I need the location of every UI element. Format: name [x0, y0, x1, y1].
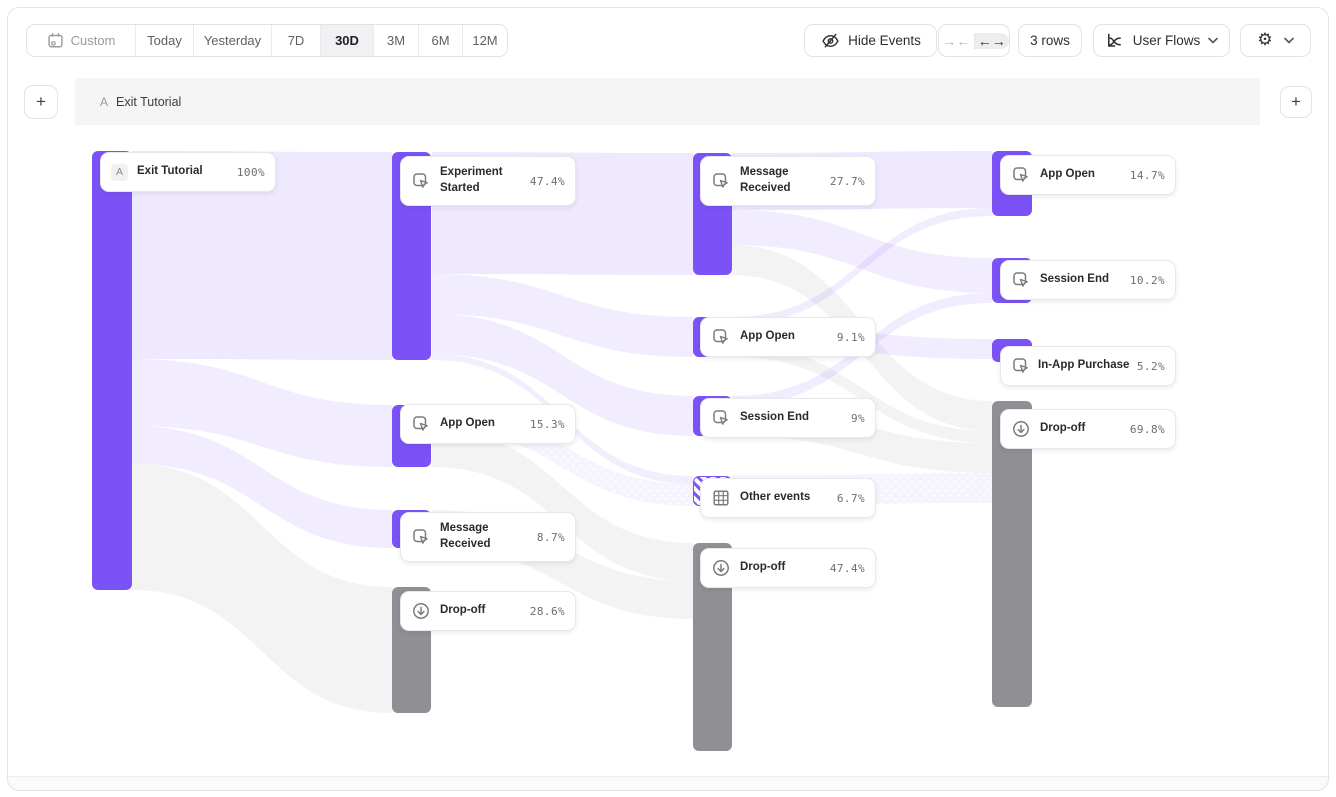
- node-card-dropoff[interactable]: Drop-off 69.8%: [1000, 409, 1176, 449]
- step-a-header[interactable]: A Exit Tutorial: [100, 78, 181, 125]
- chevron-down-icon: [1208, 31, 1218, 51]
- node-card-app-open[interactable]: App Open 14.7%: [1000, 155, 1176, 195]
- event-icon: [711, 171, 731, 191]
- node-label: In-App Purchase: [1038, 358, 1129, 374]
- date-range-12m[interactable]: 12M: [462, 25, 507, 56]
- date-range-label: Custom: [71, 33, 116, 48]
- date-range-custom[interactable]: Custom: [27, 25, 135, 56]
- node-pct: 15.3%: [530, 418, 565, 431]
- node-label: App Open: [740, 329, 795, 345]
- node-label: Message Received: [740, 165, 816, 196]
- node-card-other-events[interactable]: Other events 6.7%: [700, 478, 876, 518]
- node-card-message-received[interactable]: Message Received 27.7%: [700, 156, 876, 206]
- event-icon: [1011, 165, 1031, 185]
- node-card-dropoff[interactable]: Drop-off 47.4%: [700, 548, 876, 588]
- node-bar-exit-tutorial[interactable]: [92, 151, 132, 590]
- settings-button[interactable]: ⚙: [1240, 24, 1311, 57]
- node-label: Session End: [740, 410, 809, 426]
- hide-events-label: Hide Events: [848, 33, 921, 48]
- view-selector-button[interactable]: User Flows: [1093, 24, 1230, 57]
- node-pct: 8.7%: [537, 531, 565, 544]
- node-label: Drop-off: [1040, 421, 1085, 437]
- node-pct: 6.7%: [837, 492, 865, 505]
- event-icon: [1011, 270, 1031, 290]
- hide-events-button[interactable]: Hide Events: [804, 24, 937, 57]
- date-range-30d[interactable]: 30D: [320, 25, 373, 56]
- date-range-3m[interactable]: 3M: [373, 25, 418, 56]
- node-label: Experiment Started: [440, 165, 516, 196]
- date-range-7d[interactable]: 7D: [271, 25, 320, 56]
- event-icon: [1011, 356, 1031, 376]
- node-card-in-app-purchase[interactable]: In-App Purchase 5.2%: [1000, 346, 1176, 386]
- footer-strip: [8, 776, 1328, 790]
- node-pct: 14.7%: [1130, 169, 1165, 182]
- rows-label: 3 rows: [1030, 33, 1070, 48]
- node-pct: 5.2%: [1137, 360, 1165, 373]
- node-card-app-open[interactable]: App Open 9.1%: [700, 317, 876, 357]
- date-range-yesterday[interactable]: Yesterday: [193, 25, 271, 56]
- dropoff-icon: [411, 601, 431, 621]
- grid-icon: [711, 488, 731, 508]
- chevron-down-icon: [1284, 31, 1294, 51]
- add-step-before-button[interactable]: +: [24, 85, 58, 119]
- node-label: App Open: [1040, 167, 1095, 183]
- node-label: Message Received: [440, 521, 516, 552]
- node-card-dropoff[interactable]: Drop-off 28.6%: [400, 591, 576, 631]
- date-range-today[interactable]: Today: [135, 25, 193, 56]
- node-pct: 28.6%: [530, 605, 565, 618]
- date-range-6m[interactable]: 6M: [418, 25, 462, 56]
- view-label: User Flows: [1133, 33, 1201, 48]
- step-letter-badge: A: [111, 164, 128, 181]
- event-icon: [411, 527, 431, 547]
- node-card-exit-tutorial[interactable]: A Exit Tutorial 100%: [100, 152, 276, 192]
- gear-icon: ⚙: [1257, 32, 1272, 49]
- node-pct: 9.1%: [837, 331, 865, 344]
- node-card-app-open[interactable]: App Open 15.3%: [400, 404, 576, 444]
- node-pct: 10.2%: [1130, 274, 1165, 287]
- step-header-band: A Exit Tutorial: [75, 78, 1260, 125]
- rows-button[interactable]: 3 rows: [1018, 24, 1082, 57]
- eye-off-icon: [820, 31, 840, 51]
- node-card-message-received[interactable]: Message Received 8.7%: [400, 512, 576, 562]
- node-label: Drop-off: [740, 560, 785, 576]
- node-card-experiment-started[interactable]: Experiment Started 47.4%: [400, 156, 576, 206]
- calendar-icon: [47, 32, 64, 49]
- add-step-after-button[interactable]: +: [1280, 86, 1312, 118]
- node-card-session-end[interactable]: Session End 9%: [700, 398, 876, 438]
- expand-columns-icon[interactable]: ←→: [975, 33, 1010, 49]
- node-label: App Open: [440, 416, 495, 432]
- node-pct: 47.4%: [830, 562, 865, 575]
- event-icon: [711, 327, 731, 347]
- event-icon: [411, 414, 431, 434]
- event-icon: [711, 408, 731, 428]
- node-label: Other events: [740, 490, 810, 506]
- node-pct: 47.4%: [530, 175, 565, 188]
- node-pct: 69.8%: [1130, 423, 1165, 436]
- dropoff-icon: [711, 558, 731, 578]
- node-pct: 27.7%: [830, 175, 865, 188]
- node-pct: 9%: [851, 412, 865, 425]
- collapse-columns-icon[interactable]: →←: [939, 33, 975, 49]
- column-width-control: →← ←→: [938, 24, 1010, 57]
- node-card-session-end[interactable]: Session End 10.2%: [1000, 260, 1176, 300]
- node-label: Exit Tutorial: [137, 164, 203, 180]
- step-letter: A: [100, 95, 108, 109]
- node-pct: 100%: [237, 166, 265, 179]
- node-label: Session End: [1040, 272, 1109, 288]
- step-name: Exit Tutorial: [116, 95, 181, 109]
- step-separator-chevron: [675, 0, 701, 47]
- date-range-control: Custom Today Yesterday 7D 30D 3M 6M 12M: [26, 24, 508, 57]
- node-label: Drop-off: [440, 603, 485, 619]
- flows-chart-icon: [1105, 31, 1125, 51]
- event-icon: [411, 171, 431, 191]
- dropoff-icon: [1011, 419, 1031, 439]
